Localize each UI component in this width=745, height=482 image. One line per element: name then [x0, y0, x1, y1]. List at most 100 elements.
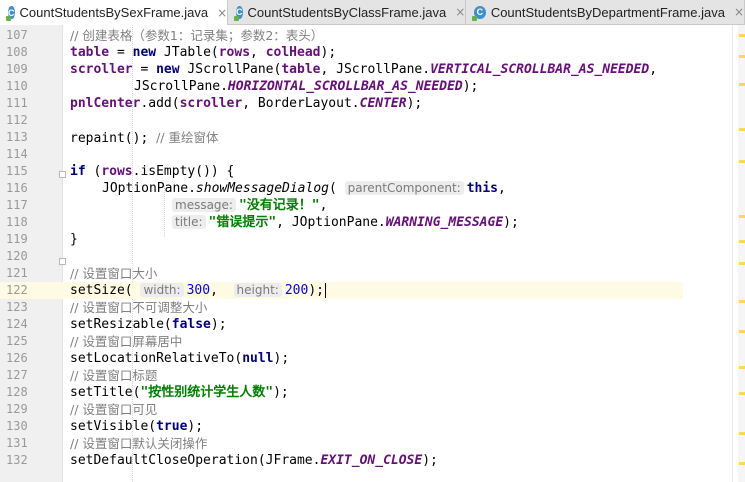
code-line[interactable]: 126 setLocationRelativeTo(null);	[0, 350, 683, 367]
tab-count-students-by-department-frame[interactable]: C CountStudentsByDepartmentFrame.java ×	[466, 0, 745, 24]
line-number: 107	[6, 28, 28, 42]
text-caret	[324, 283, 326, 298]
code-token: ,	[319, 198, 328, 213]
error-stripe-marker[interactable]	[739, 160, 745, 163]
code-token: );	[273, 385, 289, 400]
code-line[interactable]: 132 setDefaultCloseOperation(JFrame.EXIT…	[0, 452, 683, 469]
close-icon[interactable]: ×	[455, 5, 465, 19]
tab-label: CountStudentsByClassFrame.java	[247, 4, 447, 20]
code-token: ,	[649, 62, 658, 77]
line-number: 124	[6, 317, 28, 331]
code-line[interactable]: 118 title: "错误提示", JOptionPane.WARNING_ME…	[0, 214, 683, 231]
code-token: );	[422, 453, 438, 468]
error-stripe-marker[interactable]	[739, 330, 745, 333]
code-token: setLocationRelativeTo(	[70, 351, 243, 366]
error-stripe-marker[interactable]	[739, 34, 745, 37]
code-token: VERTICAL_SCROLLBAR_AS_NEEDED	[430, 62, 650, 77]
error-stripe-marker[interactable]	[739, 262, 745, 265]
tab-count-students-by-class-frame[interactable]: C CountStudentsByClassFrame.java ×	[228, 0, 466, 24]
code-number: 200	[284, 283, 309, 298]
line-number: 126	[6, 351, 28, 365]
parameter-hint: message:	[172, 198, 236, 212]
error-stripe-marker[interactable]	[739, 462, 745, 465]
error-stripe-marker[interactable]	[739, 392, 745, 395]
code-token: rows	[101, 164, 133, 179]
code-token: scroller	[70, 62, 133, 77]
error-stripe-marker[interactable]	[739, 55, 745, 58]
close-icon[interactable]: ×	[217, 6, 227, 20]
line-number: 130	[6, 419, 28, 433]
code-token: new	[132, 45, 157, 60]
code-line[interactable]: 107 // 创建表格（参数1：记录集；参数2：表头）	[0, 27, 683, 44]
error-stripe-marker[interactable]	[739, 300, 745, 303]
line-number: 128	[6, 385, 28, 399]
code-token: setTitle(	[70, 385, 141, 400]
code-line[interactable]: 119 }	[0, 231, 683, 248]
code-line[interactable]: 125 // 设置窗口屏幕居中	[0, 333, 683, 350]
line-number: 127	[6, 368, 28, 382]
error-stripe[interactable]	[738, 25, 745, 482]
error-stripe-marker[interactable]	[739, 240, 745, 243]
code-line[interactable]: 116 JOptionPane.showMessageDialog( paren…	[0, 180, 683, 197]
code-line[interactable]: 120	[0, 248, 683, 265]
line-number: 109	[6, 62, 28, 76]
code-line[interactable]: 127 // 设置窗口标题	[0, 367, 683, 384]
code-token: );	[462, 79, 479, 94]
parameter-hint: title:	[172, 215, 206, 229]
code-line[interactable]: 117 message: "没有记录！",	[0, 197, 683, 214]
code-comment: // 设置窗口不可调整大小	[70, 300, 208, 315]
code-token: table	[281, 62, 321, 77]
code-line[interactable]: 114	[0, 146, 683, 163]
code-token: .add(	[140, 96, 180, 111]
right-margin-guide	[732, 25, 733, 482]
code-comment: // 设置窗口可见	[70, 402, 158, 417]
code-line[interactable]: 131 // 设置窗口默认关闭操作	[0, 435, 683, 452]
code-line[interactable]: 111 pnlCenter.add(scroller, BorderLayout…	[0, 95, 683, 112]
code-token: ,	[250, 45, 266, 60]
code-line[interactable]: 130 setVisible(true);	[0, 418, 683, 435]
code-token: CENTER	[359, 96, 407, 111]
line-number: 131	[6, 436, 28, 450]
tab-count-students-by-sex-frame[interactable]: C CountStudentsBySexFrame.java ×	[0, 0, 228, 25]
code-token: null	[242, 351, 274, 366]
code-line-current[interactable]: 122 setSize( width: 300, height: 200);	[0, 282, 683, 299]
code-line[interactable]: 121 // 设置窗口大小	[0, 265, 683, 282]
code-string: "按性别统计学生人数"	[140, 385, 274, 400]
error-stripe-marker[interactable]	[739, 128, 745, 131]
code-line[interactable]: 123 // 设置窗口不可调整大小	[0, 299, 683, 316]
java-class-icon: C	[234, 5, 243, 21]
code-token: ,	[498, 181, 506, 196]
code-line[interactable]: 109 scroller = new JScrollPane(table, JS…	[0, 61, 683, 78]
code-token: );	[308, 283, 324, 298]
code-token: );	[187, 419, 204, 434]
code-token: JScrollPane(	[179, 62, 282, 77]
error-stripe-marker[interactable]	[739, 215, 745, 218]
code-line[interactable]: 113 repaint(); // 重绘窗体	[0, 129, 683, 146]
error-stripe-marker[interactable]	[739, 432, 745, 435]
line-number: 125	[6, 334, 28, 348]
code-editor[interactable]: 107 // 创建表格（参数1：记录集；参数2：表头） 108 table = …	[0, 25, 745, 482]
line-number: 121	[6, 266, 28, 280]
line-number: 110	[6, 79, 28, 93]
code-token: .isEmpty()) {	[132, 164, 235, 179]
code-line[interactable]: 124 setResizable(false);	[0, 316, 683, 333]
error-stripe-marker[interactable]	[739, 83, 745, 86]
code-line[interactable]: 108 table = new JTable(rows, colHead);	[0, 44, 683, 61]
line-number: 119	[6, 232, 28, 246]
parameter-hint: height:	[233, 283, 282, 297]
code-line[interactable]: 129 // 设置窗口可见	[0, 401, 683, 418]
code-token: this	[466, 181, 498, 196]
line-number: 129	[6, 402, 28, 416]
code-line[interactable]: 128 setTitle("按性别统计学生人数");	[0, 384, 683, 401]
close-icon[interactable]: ×	[734, 5, 744, 19]
code-token: pnlCenter	[70, 96, 141, 111]
code-token: );	[320, 45, 337, 60]
code-line[interactable]: 115 if (rows.isEmpty()) {	[0, 163, 683, 180]
code-string: "没有记录！"	[238, 198, 320, 213]
code-line[interactable]: 112	[0, 112, 683, 129]
code-line[interactable]: 110 JScrollPane.HORIZONTAL_SCROLLBAR_AS_…	[0, 78, 683, 95]
code-token: EXIT_ON_CLOSE	[320, 453, 423, 468]
error-stripe-marker[interactable]	[739, 366, 745, 369]
code-token: );	[273, 351, 290, 366]
code-token: setDefaultCloseOperation(JFrame.	[70, 453, 321, 468]
